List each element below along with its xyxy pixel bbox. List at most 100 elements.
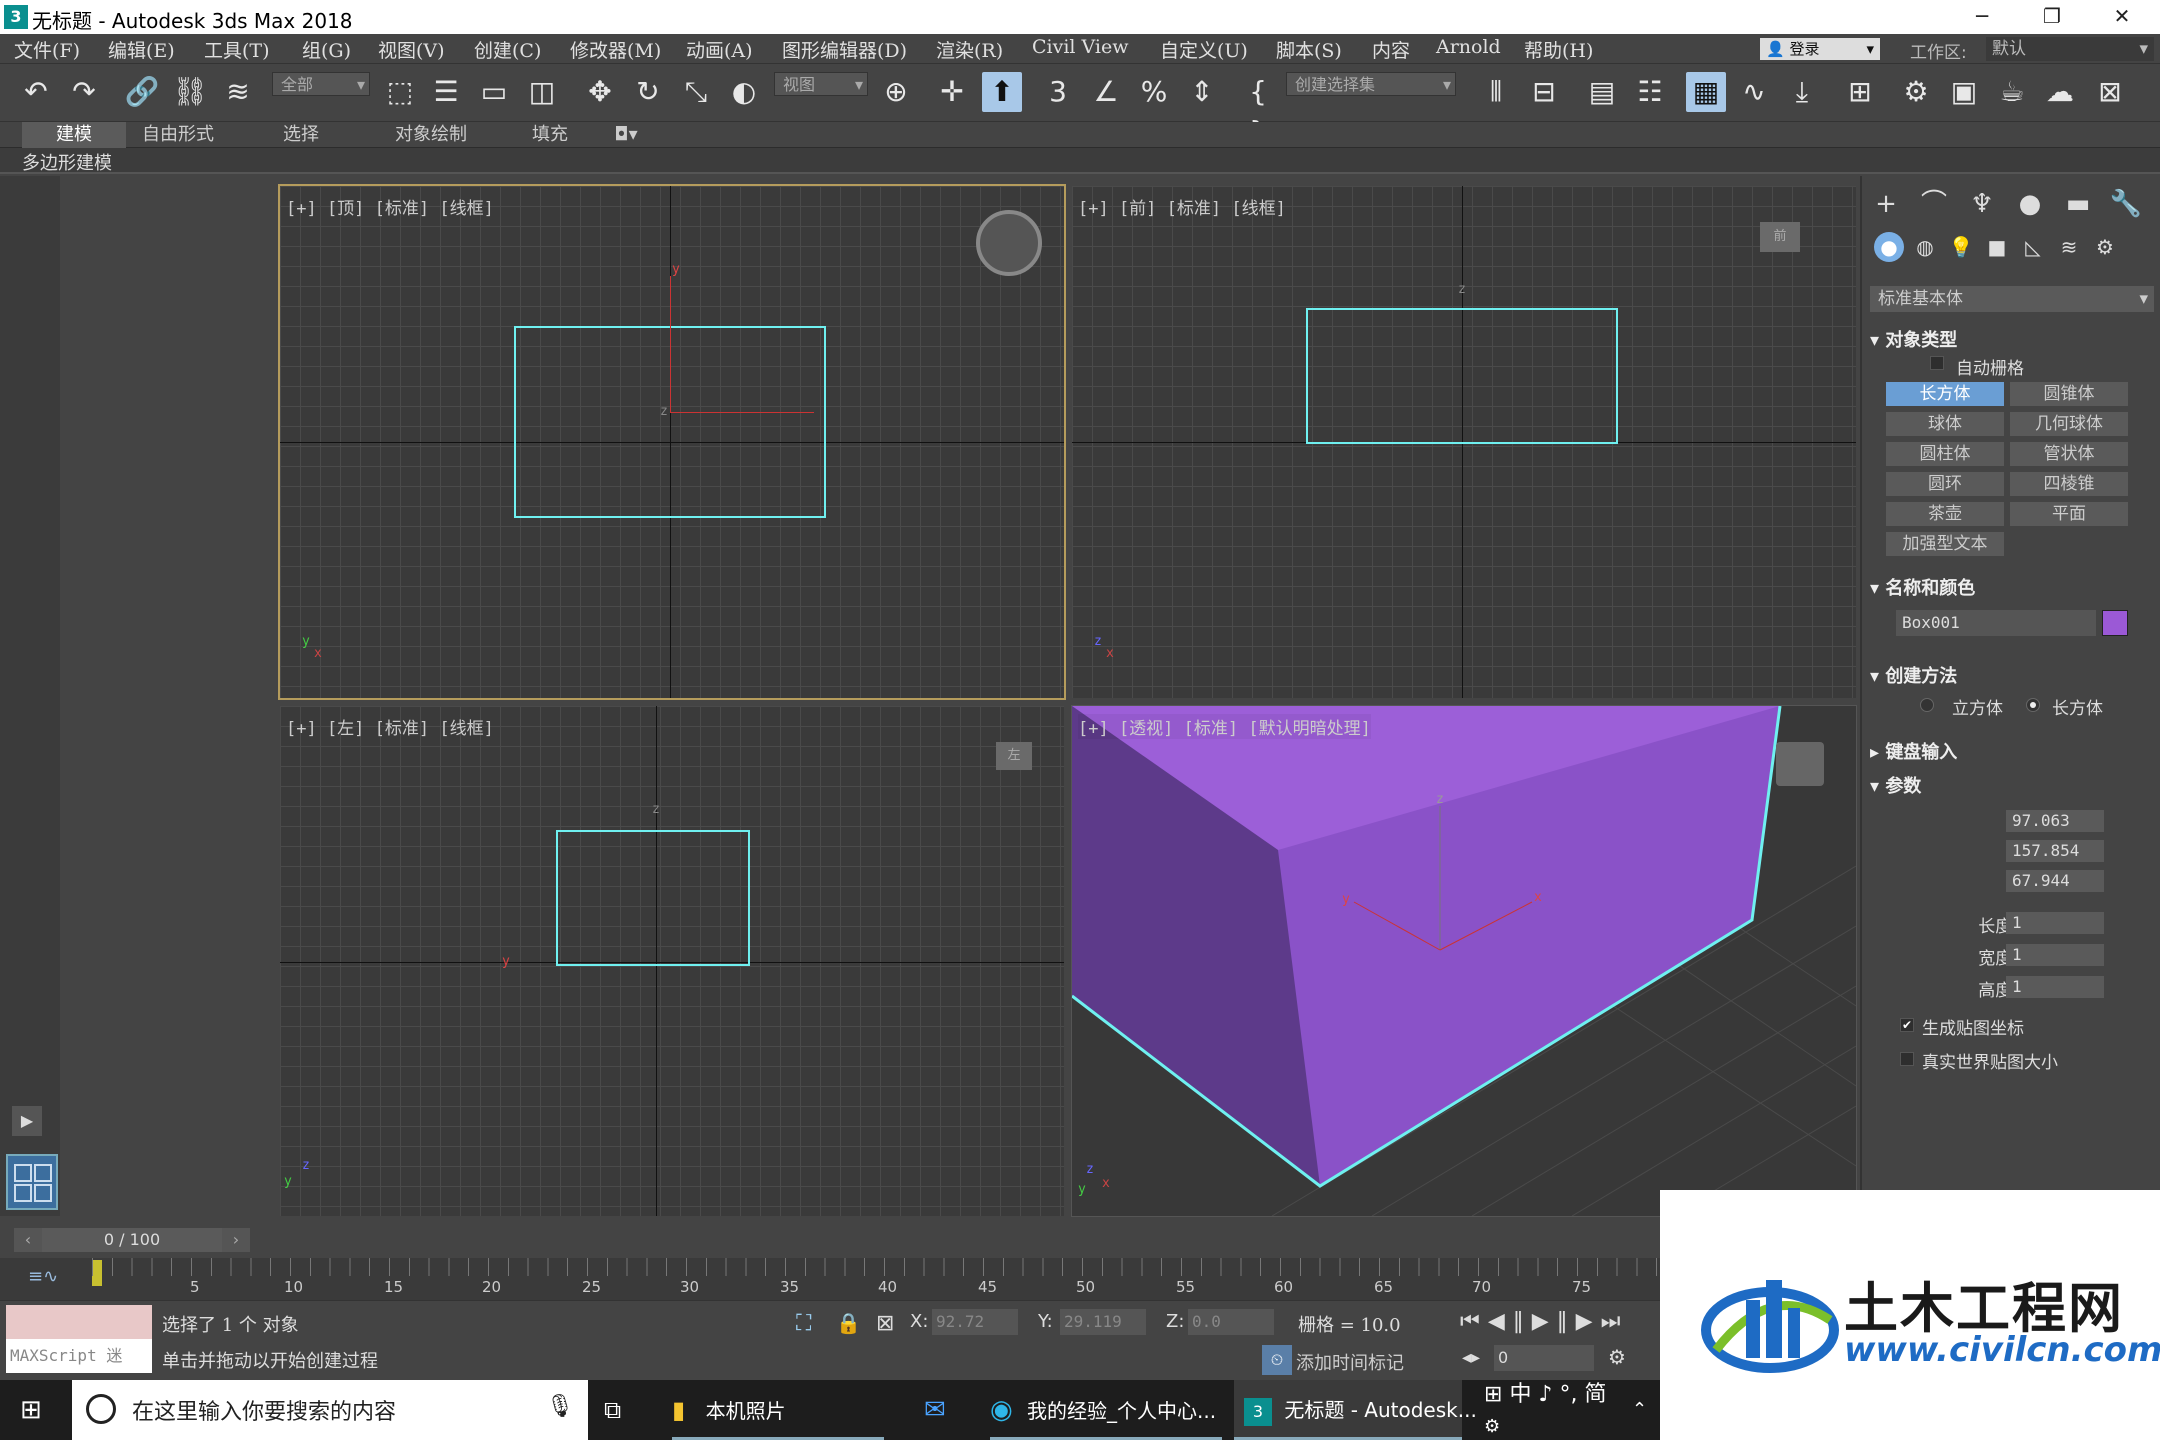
current-frame-field[interactable]: 0 [1494,1345,1594,1371]
width-segs-spinner[interactable]: 1 [2006,944,2104,966]
gen-mapping-checkbox[interactable]: ✔ [1900,1018,1914,1032]
time-slider-handle[interactable]: 0 / 100 [42,1228,222,1252]
maxscript-mini-listener[interactable]: MAXScript 迷 [6,1339,152,1373]
viewcube-top-icon[interactable] [976,210,1042,276]
modify-panel-icon[interactable]: ⌒ [1916,186,1952,222]
geometry-icon[interactable]: ● [1874,232,1904,262]
reference-coord-dropdown[interactable]: 视图 ▾ [774,72,868,96]
go-to-end-icon[interactable]: ⏭ [1601,1309,1629,1334]
display-panel-icon[interactable]: ▬ [2060,186,2096,222]
length-segs-spinner[interactable]: 1 [2006,912,2104,934]
prev-key-icon[interactable]: ◀‖ [1488,1309,1532,1334]
cylinder-button[interactable]: 圆柱体 [1886,442,2004,466]
isolate-selection-icon[interactable]: ⛶ [796,1311,811,1336]
bind-space-warp-icon[interactable]: ≋ [218,72,258,112]
helpers-icon[interactable]: ◺ [2018,232,2048,262]
viewport-layout-icon[interactable] [6,1154,58,1210]
pivot-center-icon[interactable]: ⊕ [876,72,916,112]
viewport-top-label[interactable]: [+] [顶] [标准] [线框] [286,194,494,219]
taskbar-edge[interactable]: ◉ 我的经验_个人中心... [990,1380,1222,1440]
taskbar-3dsmax[interactable]: 3 无标题 - Autodesk... [1234,1380,1477,1440]
box-wireframe[interactable] [1306,308,1618,444]
workspace-dropdown[interactable]: 默认 ▾ [1986,37,2154,61]
length-spinner[interactable]: 97.063 [2006,810,2104,832]
menu-arnold[interactable]: Arnold [1436,36,1501,58]
autogrid-checkbox[interactable] [1930,356,1944,370]
scale-icon[interactable]: ⤡ [676,72,716,112]
render-production-icon[interactable]: ☕ [1992,72,2032,112]
plane-button[interactable]: 平面 [2010,502,2128,526]
render-setup-icon[interactable]: ⚙ [1896,72,1936,112]
mail-icon[interactable]: ✉ [924,1380,964,1440]
menu-group[interactable]: 组(G) [302,36,351,63]
rollout-keyboard-entry[interactable]: ▸ 键盘输入 [1870,738,2154,764]
hierarchy-panel-icon[interactable]: ♆ [1964,186,2000,222]
box-wireframe[interactable] [556,830,750,966]
windows-start-icon[interactable]: ⊞ [20,1380,56,1440]
polygon-modeling-label[interactable]: 多边形建模 [22,149,112,175]
scene-explorer-icon[interactable]: ▤ [1582,72,1622,112]
rollout-parameters[interactable]: ▾ 参数 [1870,772,2154,798]
ribbon-options-icon[interactable]: ◘▾ [606,122,646,148]
render-cloud-icon[interactable]: ☁ [2040,72,2080,112]
menu-graph-editors[interactable]: 图形编辑器(D) [782,36,907,63]
height-spinner[interactable]: 67.944 [2006,870,2104,892]
rendered-frame-icon[interactable]: ▣ [1944,72,1984,112]
add-time-tag[interactable]: 添加时间标记 [1296,1349,1404,1375]
object-name-input[interactable]: Box001 [1896,610,2096,636]
play-arrow-icon[interactable]: ▶ [12,1106,42,1136]
rotate-icon[interactable]: ↻ [628,72,668,112]
curve-editor-icon[interactable]: ∿ [1734,72,1774,112]
percent-snap-icon[interactable]: % [1134,72,1174,112]
tab-freeform[interactable]: 自由形式 [130,122,226,148]
z-coord-field[interactable]: 0.0 [1188,1309,1274,1335]
tab-populate[interactable]: 填充 [510,122,590,148]
torus-button[interactable]: 圆环 [1886,472,2004,496]
rollout-name-color[interactable]: ▾ 名称和颜色 [1870,574,2154,600]
sphere-button[interactable]: 球体 [1886,412,2004,436]
snaps-toggle-icon[interactable]: 3 [1038,72,1078,112]
viewport-left-label[interactable]: [+] [左] [标准] [线框] [286,714,494,739]
angle-snap-icon[interactable]: ∠ [1086,72,1126,112]
login-dropdown[interactable]: 👤 登录 ▾ [1760,38,1880,60]
selection-lock-icon[interactable]: 🔒 [836,1311,861,1335]
space-warps-icon[interactable]: ≋ [2054,232,2084,262]
menu-customize[interactable]: 自定义(U) [1160,36,1248,63]
place-icon[interactable]: ◐ [724,72,764,112]
select-manipulate-icon[interactable]: ✛ [932,72,972,112]
rollout-object-type[interactable]: ▾ 对象类型 [1870,326,2154,352]
menu-modifiers[interactable]: 修改器(M) [570,36,661,63]
material-editor-icon[interactable]: ⊞ [1840,72,1880,112]
teapot-button[interactable]: 茶壶 [1886,502,2004,526]
box-button[interactable]: 长方体 [1886,382,2004,406]
move-icon[interactable]: ✥ [580,72,620,112]
create-panel-icon[interactable]: + [1868,186,1904,222]
edit-named-selections-icon[interactable]: { } [1238,72,1278,148]
menu-rendering[interactable]: 渲染(R) [936,36,1003,63]
close-icon[interactable]: ✕ [2092,0,2152,34]
absolute-mode-icon[interactable]: ⊠ [876,1311,894,1336]
y-coord-field[interactable]: 29.119 [1060,1309,1146,1335]
next-frame-icon[interactable]: › [222,1228,250,1252]
pyramid-button[interactable]: 四棱锥 [2010,472,2128,496]
lights-icon[interactable]: 💡 [1946,232,1976,262]
height-segs-spinner[interactable]: 1 [2006,976,2104,998]
menu-file[interactable]: 文件(F) [14,36,80,63]
taskbar-search-box[interactable]: 在这里输入你要搜索的内容 🎙 [72,1380,588,1440]
box-radio[interactable] [2026,698,2040,712]
ribbon-toggle-icon[interactable]: ▦ [1686,72,1726,112]
width-spinner[interactable]: 157.854 [2006,840,2104,862]
tab-selection[interactable]: 选择 [256,122,346,148]
cube-radio[interactable] [1920,698,1934,712]
track-bar[interactable]: ≡∿ 5 10 15 20 25 30 35 40 45 50 55 60 65… [0,1258,1660,1300]
next-key-icon[interactable]: ‖▶ [1557,1309,1601,1334]
geosphere-button[interactable]: 几何球体 [2010,412,2128,436]
tab-modeling[interactable]: 建模 [22,122,126,148]
menu-tools[interactable]: 工具(T) [204,36,270,63]
viewport-front-label[interactable]: [+] [前] [标准] [线框] [1078,194,1286,219]
spinner-snap-icon[interactable]: ⇕ [1182,72,1222,112]
mirror-icon[interactable]: ⫴ [1476,72,1516,112]
settings-icon[interactable]: ⚙ [1484,1414,1500,1440]
go-to-start-icon[interactable]: ⏮ [1460,1309,1488,1334]
menu-view[interactable]: 视图(V) [378,36,445,63]
